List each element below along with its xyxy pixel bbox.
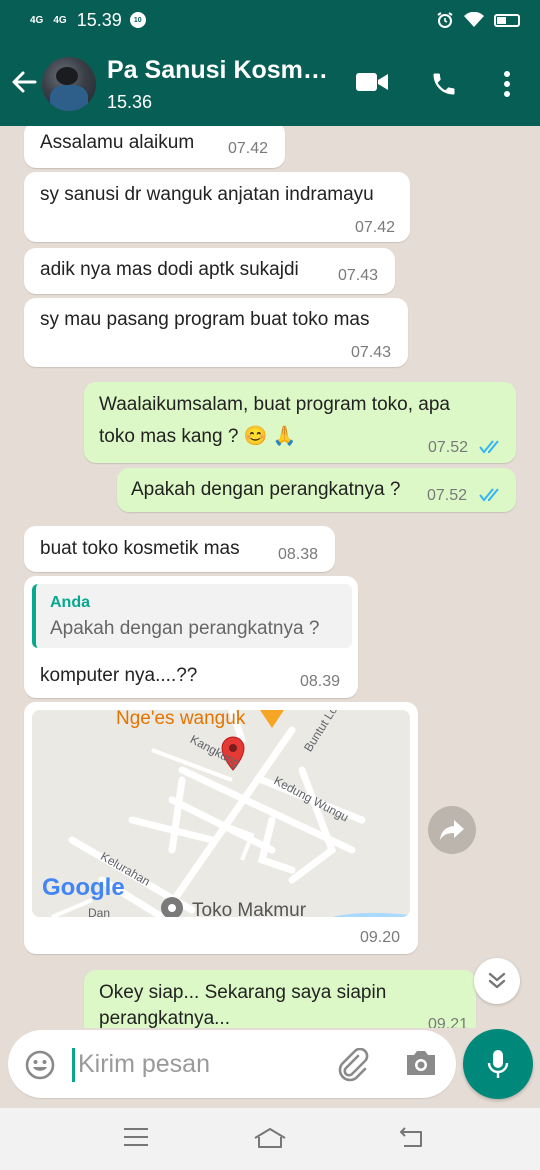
message-text: Assalamu alaikum xyxy=(40,132,195,153)
message-time: 07.43 xyxy=(351,344,392,361)
message-text-line: toko mas kang ? 😊 🙏 xyxy=(99,426,297,447)
clock: 15.39 xyxy=(76,9,122,30)
voice-message-button[interactable] xyxy=(463,1029,533,1099)
contact-name[interactable]: Pa Sanusi Kosm… xyxy=(107,56,328,85)
message-time: 07.42 xyxy=(228,140,269,157)
chat-area[interactable]: Assalamu alaikum 07.42 sy sanusi dr wang… xyxy=(0,126,540,1028)
message-bubble[interactable]: Anda Apakah dengan perangkatnya ? komput… xyxy=(24,576,358,698)
message-text: adik nya mas dodi aptk sukajdi xyxy=(40,259,299,280)
message-time: 09.21 xyxy=(428,1016,469,1028)
read-ticks-icon xyxy=(479,440,499,454)
map-label-place: Nge'es wanguk xyxy=(116,710,246,729)
quoted-sender: Anda xyxy=(50,594,90,611)
google-logo: Google xyxy=(42,874,125,901)
message-bubble[interactable]: Apakah dengan perangkatnya ? 07.52 xyxy=(117,468,516,512)
message-bubble[interactable]: sy sanusi dr wanguk anjatan indramayu 07… xyxy=(24,172,410,242)
message-time: 08.38 xyxy=(278,546,319,563)
chat-header: Pa Sanusi Kosm… 15.36 xyxy=(0,40,540,126)
message-bubble[interactable]: Assalamu alaikum 07.42 xyxy=(24,126,285,168)
home-icon[interactable] xyxy=(252,1126,288,1150)
video-call-icon[interactable] xyxy=(356,70,388,94)
message-composer xyxy=(8,1030,456,1098)
scroll-down-icon xyxy=(488,972,506,989)
message-input[interactable] xyxy=(78,1044,328,1084)
quoted-text: Apakah dengan perangkatnya ? xyxy=(50,618,320,639)
message-text-line: Waalaikumsalam, buat program toko, apa xyxy=(99,394,450,415)
message-text-line: Okey siap... Sekarang saya siapin xyxy=(99,982,387,1003)
phone-icon[interactable] xyxy=(430,70,458,98)
message-bubble[interactable]: Okey siap... Sekarang saya siapin perang… xyxy=(84,970,476,1028)
message-text: sy mau pasang program buat toko mas xyxy=(40,309,370,330)
notification-badge: 10 xyxy=(129,12,146,28)
quoted-message[interactable]: Anda Apakah dengan perangkatnya ? xyxy=(32,584,352,648)
message-text: buat toko kosmetik mas xyxy=(40,538,240,559)
emoji-icon[interactable] xyxy=(24,1049,56,1081)
status-bar: 4G 4G 15.39 10 xyxy=(0,0,540,40)
message-bubble[interactable]: adik nya mas dodi aptk sukajdi 07.43 xyxy=(24,248,395,294)
attach-icon[interactable] xyxy=(336,1048,370,1082)
alarm-icon xyxy=(437,12,453,28)
back-arrow-icon[interactable] xyxy=(10,68,38,96)
text-cursor xyxy=(72,1048,75,1082)
last-seen: 15.36 xyxy=(107,92,153,112)
camera-icon[interactable] xyxy=(404,1048,438,1078)
forward-button[interactable] xyxy=(428,806,476,854)
read-ticks-icon xyxy=(479,488,499,502)
location-message[interactable]: Nge'es wanguk Kangkung Buntut Lor Kedung… xyxy=(24,702,418,954)
message-bubble[interactable]: Waalaikumsalam, buat program toko, apa t… xyxy=(84,382,516,463)
wifi-icon xyxy=(464,12,484,27)
scroll-to-bottom-button[interactable] xyxy=(474,958,520,1004)
forward-icon xyxy=(440,820,464,840)
message-text: komputer nya....?? xyxy=(40,665,198,686)
network-indicator-1: 4G xyxy=(30,14,44,26)
message-text-line: perangkatnya... xyxy=(99,1008,230,1028)
message-time: 07.43 xyxy=(338,267,379,284)
map-label-road: Dan xyxy=(88,906,111,917)
message-time: 08.39 xyxy=(300,673,341,690)
message-bubble[interactable]: sy mau pasang program buat toko mas 07.4… xyxy=(24,298,408,367)
message-time: 07.52 xyxy=(428,439,469,456)
map-label-poi: Toko Makmur xyxy=(192,900,307,917)
network-indicator-2: 4G xyxy=(53,14,67,26)
mic-icon xyxy=(487,1050,509,1078)
map-preview[interactable]: Nge'es wanguk Kangkung Buntut Lor Kedung… xyxy=(32,710,410,917)
message-text: sy sanusi dr wanguk anjatan indramayu xyxy=(40,184,374,205)
message-time: 09.20 xyxy=(360,929,401,946)
message-bubble[interactable]: buat toko kosmetik mas 08.38 xyxy=(24,526,335,572)
message-text: Apakah dengan perangkatnya ? xyxy=(131,479,401,500)
system-nav-bar xyxy=(0,1108,540,1170)
more-vert-icon[interactable] xyxy=(500,70,514,98)
back-icon[interactable] xyxy=(396,1126,426,1150)
message-time: 07.42 xyxy=(355,219,396,236)
avatar[interactable] xyxy=(42,57,96,111)
menu-icon[interactable] xyxy=(122,1126,150,1148)
message-time: 07.52 xyxy=(427,487,468,504)
battery-icon xyxy=(494,13,520,27)
